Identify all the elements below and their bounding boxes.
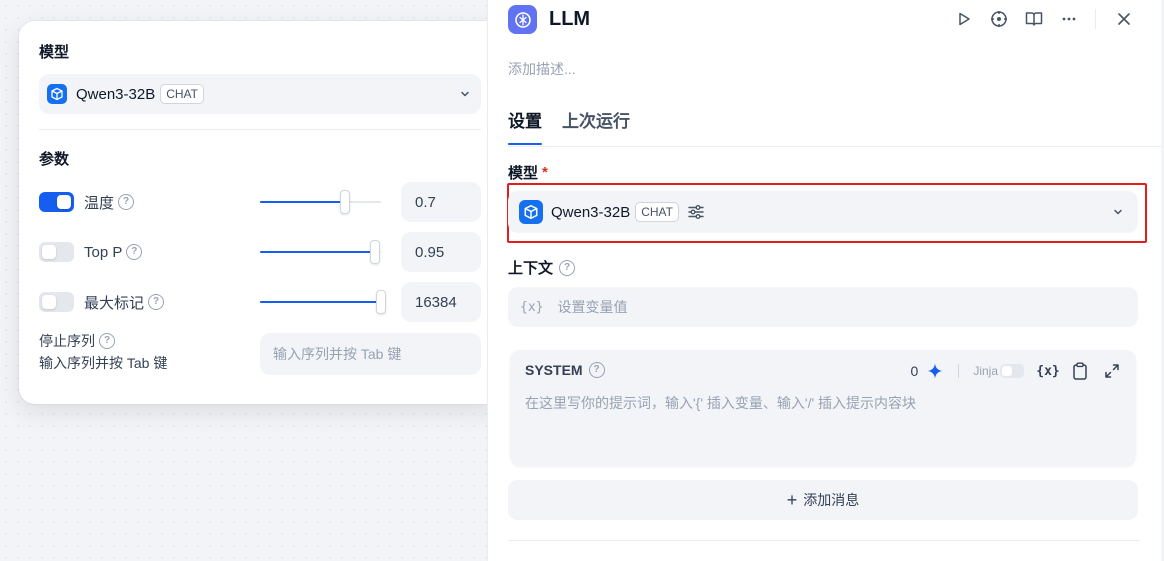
panel-bottom-divider [508, 540, 1140, 541]
header-separator [1095, 9, 1096, 29]
book-icon[interactable] [1024, 9, 1044, 29]
jinja-label: Jinja [973, 364, 998, 378]
model-provider-icon [519, 200, 543, 224]
variable-icon: {x} [520, 299, 544, 315]
description-input[interactable]: 添加描述... [508, 59, 576, 79]
model-field-label: 模型 * [508, 162, 548, 183]
llm-node-panel: LLM 添加描述... 设置 上次运行 模型 * Qwen3-32B CHAT … [487, 0, 1164, 561]
header-toolbar [939, 9, 1134, 29]
plus-icon: + [786, 490, 798, 510]
max-tokens-slider[interactable] [260, 290, 386, 314]
chevron-down-icon [1110, 204, 1126, 220]
max-tokens-toggle[interactable] [39, 292, 74, 312]
top-p-input[interactable]: 0.95 [401, 232, 481, 272]
popover-model-name: Qwen3-32B [76, 85, 156, 103]
stop-sequence-label: 停止序列 [39, 333, 95, 349]
help-icon[interactable]: ? [99, 333, 115, 349]
slider-thumb[interactable] [339, 190, 350, 214]
model-provider-icon [47, 84, 67, 104]
popover-params-heading: 参数 [39, 151, 70, 168]
stop-sequence-label-group: 停止序列 ? 输入序列并按 Tab 键 [39, 331, 167, 373]
max-tokens-label: 最大标记 [84, 294, 145, 312]
sparkle-icon[interactable] [926, 362, 944, 380]
system-toolbar: 0 Jinja {x} [911, 360, 1122, 382]
jinja-toggle[interactable] [1000, 364, 1024, 378]
node-title[interactable]: LLM [549, 7, 590, 31]
help-icon[interactable]: ? [588, 362, 605, 378]
temperature-slider[interactable] [260, 190, 381, 214]
system-prompt-placeholder: 在这里写你的提示词，输入'{' 插入变量、输入'/' 插入提示内容块 [525, 395, 917, 411]
toolbar-separator [958, 364, 960, 378]
variable-icon[interactable]: {x} [1036, 361, 1059, 381]
top-p-slider[interactable] [260, 240, 381, 264]
token-count: 0 [910, 363, 919, 379]
add-message-button[interactable]: + 添加消息 [508, 480, 1138, 520]
context-placeholder: 设置变量值 [557, 299, 628, 315]
context-field-label: 上下文 ? [508, 257, 576, 278]
more-icon[interactable] [1059, 9, 1079, 29]
play-icon[interactable] [954, 9, 974, 29]
help-icon[interactable]: ? [126, 244, 143, 260]
popover-model-badge: CHAT [160, 84, 204, 104]
system-title: SYSTEM [525, 362, 583, 378]
temperature-label: 温度 [84, 194, 115, 212]
model-label-text: 模型 [508, 165, 539, 182]
help-icon[interactable]: ? [559, 259, 576, 276]
model-name: Qwen3-32B [551, 203, 631, 221]
llm-node-icon [508, 5, 537, 34]
temperature-input[interactable]: 0.7 [401, 182, 481, 222]
stop-sequence-input[interactable]: 输入序列并按 Tab 键 [260, 333, 481, 375]
model-badge: CHAT [635, 202, 679, 222]
system-prompt-editor[interactable]: SYSTEM ? 0 Jinja {x} 在这里写你的提示词，输入'{' 插入变… [510, 350, 1136, 466]
panel-tabs: 设置 上次运行 [508, 111, 650, 145]
close-icon[interactable] [1114, 9, 1134, 29]
max-tokens-input[interactable]: 16384 [401, 282, 481, 322]
popover-model-select[interactable]: Qwen3-32B CHAT [39, 74, 481, 114]
chevron-down-icon [457, 86, 473, 102]
slider-thumb[interactable] [376, 290, 386, 314]
param-row-temperature: 温度 ? 0.7 [39, 182, 481, 222]
add-message-label: 添加消息 [803, 492, 860, 508]
popover-divider [39, 129, 481, 130]
help-icon[interactable]: ? [118, 194, 135, 210]
help-icon[interactable]: ? [148, 294, 165, 310]
tab-settings[interactable]: 设置 [508, 111, 542, 145]
sliders-icon[interactable] [687, 203, 705, 221]
system-title-group: SYSTEM ? [525, 362, 605, 378]
crosshair-icon[interactable] [989, 9, 1009, 29]
param-row-top-p: Top P ? 0.95 [39, 232, 481, 272]
context-label-text: 上下文 [508, 260, 554, 277]
stop-sequence-sublabel: 输入序列并按 Tab 键 [39, 355, 168, 371]
slider-thumb[interactable] [369, 240, 380, 264]
clipboard-icon[interactable] [1070, 361, 1090, 381]
popover-model-heading: 模型 [39, 44, 70, 61]
context-variable-input[interactable]: {x} 设置变量值 [508, 287, 1138, 327]
tab-last-run[interactable]: 上次运行 [562, 111, 630, 145]
required-mark: * [542, 164, 548, 181]
temperature-toggle[interactable] [39, 192, 74, 212]
param-row-max-tokens: 最大标记 ? 16384 [39, 282, 481, 322]
model-select[interactable]: Qwen3-32B CHAT [508, 191, 1138, 233]
top-p-toggle[interactable] [39, 242, 74, 262]
top-p-label: Top P [84, 243, 123, 261]
expand-icon[interactable] [1102, 361, 1122, 381]
tabs-divider [508, 146, 1164, 147]
model-settings-popover: 模型 Qwen3-32B CHAT 参数 温度 ? 0.7 Top P ? 0.… [19, 21, 501, 404]
